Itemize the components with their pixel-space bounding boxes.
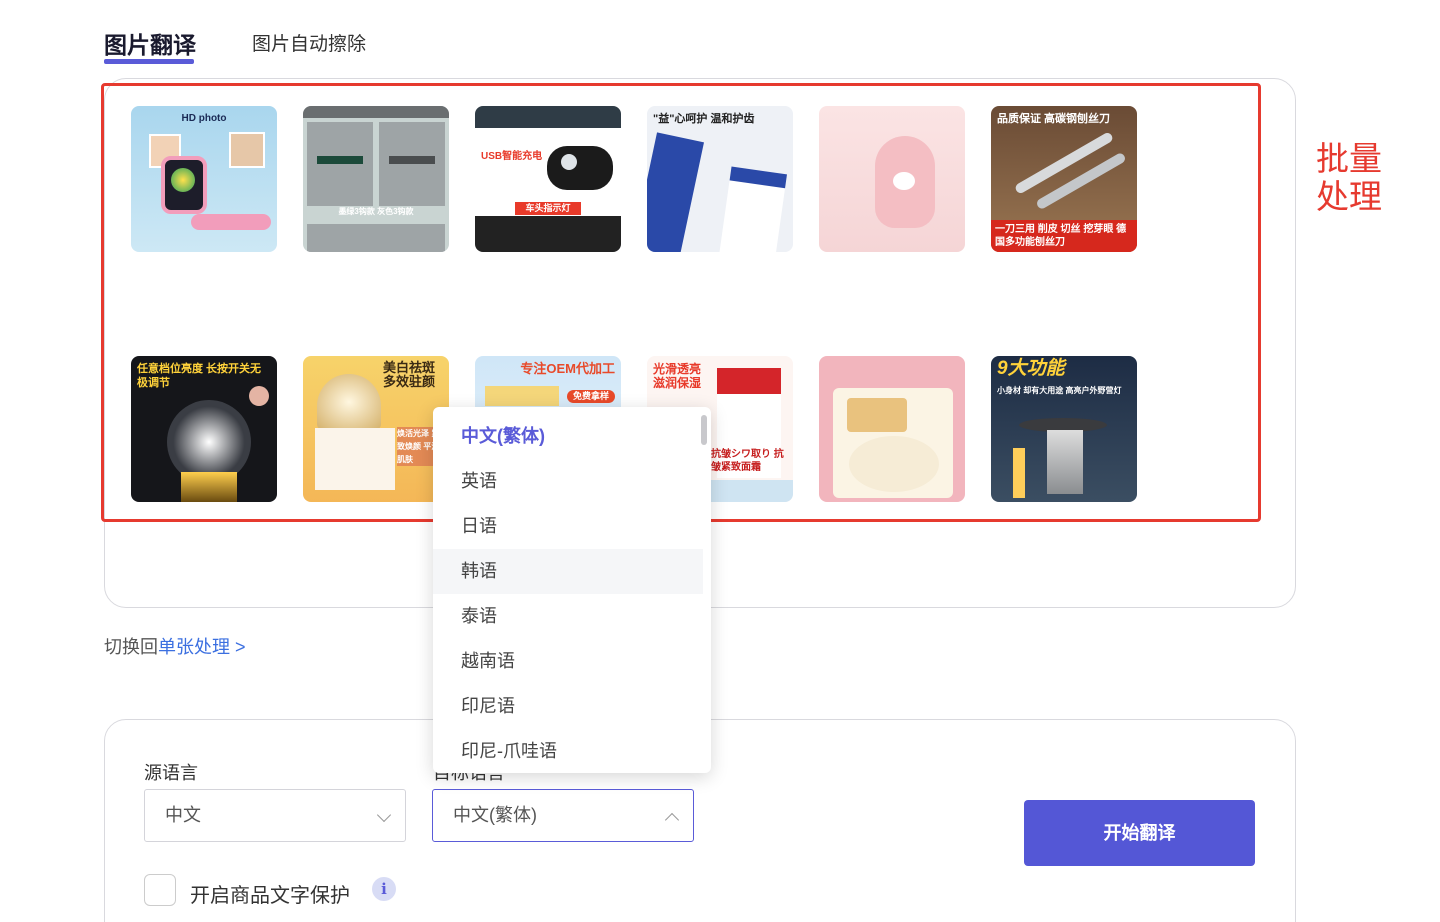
tab-image-auto-erase[interactable]: 图片自动擦除 — [252, 29, 366, 56]
source-language-select[interactable]: 中文 — [144, 789, 406, 842]
dropdown-option[interactable]: 日语 — [433, 504, 703, 549]
dropdown-option[interactable]: 中文(繁体) — [433, 414, 703, 459]
chevron-down-icon — [376, 807, 392, 823]
dropdown-option[interactable]: 英语 — [433, 459, 703, 504]
dropdown-option[interactable]: 印尼语 — [433, 684, 703, 729]
start-translate-button[interactable]: 开始翻译 — [1024, 800, 1255, 866]
chevron-up-icon — [664, 812, 680, 828]
tab-image-translate-label: 图片翻译 — [104, 32, 196, 58]
dropdown-option[interactable]: 泰语 — [433, 594, 703, 639]
target-language-dropdown: 中文(繁体) 英语 日语 韩语 泰语 越南语 印尼语 印尼-爪哇语 — [433, 407, 711, 773]
target-language-select[interactable]: 中文(繁体) — [432, 789, 694, 842]
dropdown-scrollbar[interactable] — [701, 415, 707, 445]
product-text-protect-checkbox[interactable] — [144, 874, 176, 906]
switch-prefix: 切换回 — [104, 637, 158, 657]
active-tab-underline — [104, 59, 194, 64]
source-language-value: 中文 — [165, 805, 201, 825]
dropdown-option[interactable]: 韩语 — [433, 549, 703, 594]
tab-image-auto-erase-label: 图片自动擦除 — [252, 34, 367, 55]
batch-annotation-label: 批量处理 — [1316, 140, 1382, 215]
product-text-protect-label: 开启商品文字保护 — [190, 885, 350, 907]
single-mode-link[interactable]: 单张处理 > — [158, 637, 246, 657]
source-language-label: 源语言 — [144, 763, 198, 783]
target-language-value: 中文(繁体) — [453, 805, 537, 825]
dropdown-option[interactable]: 越南语 — [433, 639, 703, 684]
dropdown-option[interactable]: 印尼-爪哇语 — [433, 729, 703, 773]
tab-image-translate[interactable]: 图片翻译 — [104, 26, 196, 64]
switch-mode-row: 切换回单张处理 > — [104, 633, 246, 659]
info-icon[interactable]: i — [372, 877, 396, 901]
